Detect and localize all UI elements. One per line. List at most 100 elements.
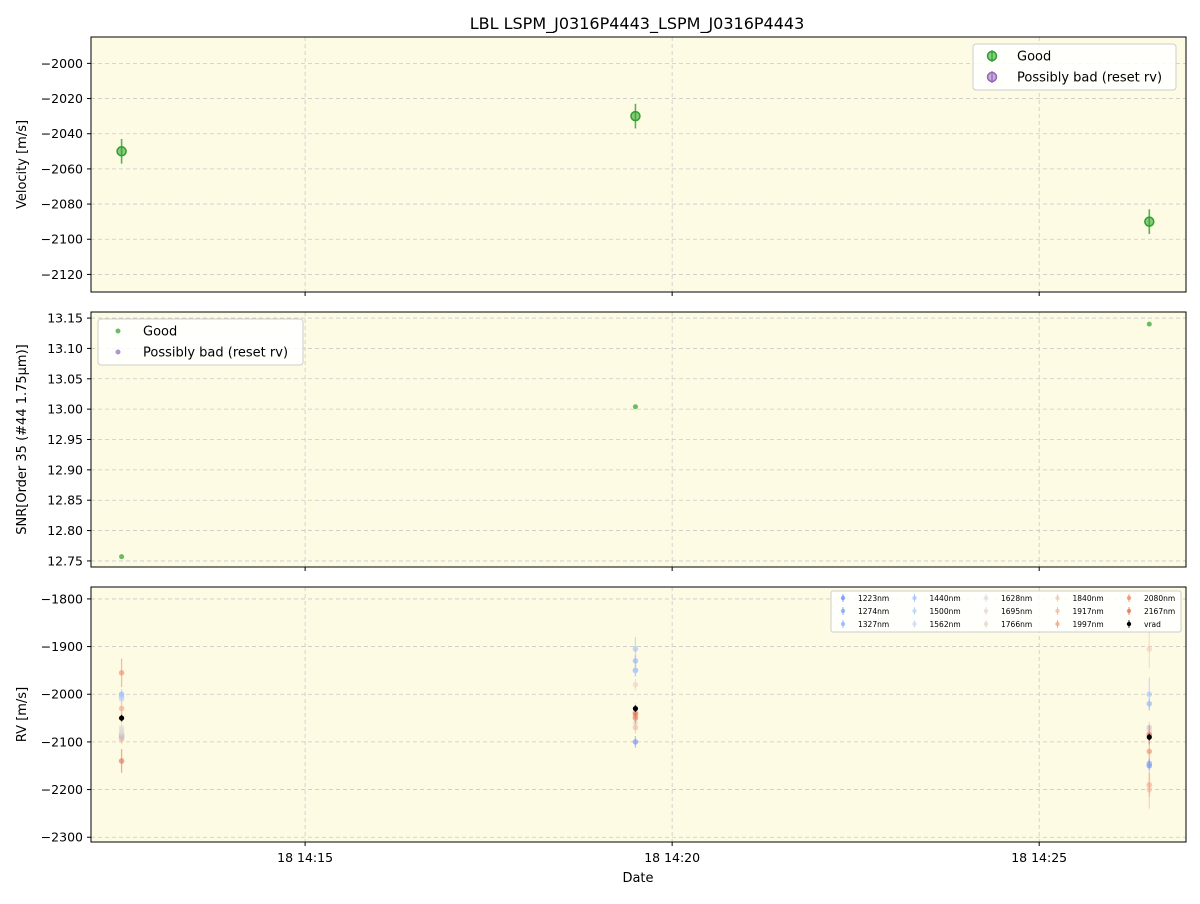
data-point	[118, 758, 125, 764]
figure-svg: LBL LSPM_J0316P4443_LSPM_J0316P4443 −200…	[15, 14, 1187, 886]
y-tick-label: −1900	[41, 639, 83, 654]
legend-label: 1695nm	[1001, 607, 1032, 616]
data-point	[632, 404, 638, 410]
y-tick-label: −2000	[41, 687, 83, 702]
legend-label: 1223nm	[858, 594, 889, 603]
data-point	[116, 146, 127, 157]
data-point	[632, 646, 639, 652]
legend-label: 1917nm	[1073, 607, 1104, 616]
legend-label: 2167nm	[1144, 607, 1175, 616]
y-tick-label: −1800	[41, 591, 83, 606]
data-point	[1146, 760, 1153, 767]
legend-marker	[1055, 621, 1060, 627]
y-tick-label: −2200	[41, 782, 83, 797]
legend-label: 1274nm	[858, 607, 889, 616]
legend: Good Possibly bad (reset rv)	[97, 318, 304, 366]
y-tick-label: −2020	[41, 91, 83, 106]
x-axis-label: Date	[622, 871, 653, 886]
legend-marker	[912, 608, 917, 614]
y-tick-label: −2100	[41, 734, 83, 749]
legend-label: 1766nm	[1001, 620, 1032, 629]
y-tick-label: −2100	[41, 232, 83, 247]
legend-label: 1500nm	[930, 607, 961, 616]
data-point	[630, 110, 641, 122]
x-tick-label: 18 14:20	[644, 850, 700, 865]
data-point	[1146, 646, 1153, 652]
legend-label: Possibly bad (reset rv)	[1017, 71, 1162, 86]
panel-2: 13.15 13.10 13.05 13.00 12.95 12.90 12.85 12.80…	[15, 311, 1187, 571]
data-point	[118, 715, 125, 721]
data-point	[632, 739, 639, 745]
y-tick-label: 12.75	[47, 553, 83, 568]
data-point	[1146, 734, 1152, 740]
data-point	[1146, 748, 1153, 755]
y-tick-label: 12.80	[47, 523, 83, 538]
y-axis-label: SNR[Order 35 (#44 1.75μm)]	[15, 344, 30, 535]
data-point	[632, 667, 639, 674]
legend-label: 1440nm	[930, 594, 961, 603]
data-point	[118, 736, 125, 743]
legend-marker	[840, 621, 846, 627]
y-axis-label: RV [m/s]	[15, 687, 30, 742]
legend-label: 1997nm	[1073, 620, 1104, 629]
legend-label: 1840nm	[1073, 594, 1104, 603]
data-point	[118, 705, 125, 712]
data-point	[632, 681, 639, 688]
legend-marker	[983, 595, 989, 601]
y-tick-label: 13.15	[47, 311, 83, 326]
panel-1: −2000 −2020 −2040 −2060 −2080 −2100 −2120 Veloc…	[15, 36, 1187, 296]
x-tick-label: 18 14:15	[277, 850, 333, 865]
legend-label: 1327nm	[858, 620, 889, 629]
legend-marker	[840, 595, 846, 601]
legend-marker	[1055, 608, 1060, 614]
legend-marker	[1126, 621, 1132, 627]
legend: 1223nm 1274nm 1327nm 1440nm 1500nm 1562nm 1628…	[830, 590, 1182, 633]
legend-label: vrad	[1144, 620, 1161, 629]
y-tick-label: 13.10	[47, 341, 83, 356]
figure: LBL LSPM_J0316P4443_LSPM_J0316P4443 −200…	[0, 0, 1200, 900]
data-point	[1144, 216, 1155, 227]
legend-marker	[983, 608, 989, 614]
data-point	[632, 724, 639, 731]
legend-label: Good	[1017, 50, 1051, 65]
chart-title: LBL LSPM_J0316P4443_LSPM_J0316P4443	[470, 14, 805, 34]
legend-label: 2080nm	[1144, 594, 1175, 603]
legend-marker	[1055, 595, 1060, 601]
y-tick-label: 13.00	[47, 402, 83, 417]
legend-marker	[986, 50, 998, 62]
legend-marker	[840, 608, 846, 614]
legend-label: 1562nm	[930, 620, 961, 629]
data-point	[118, 669, 125, 676]
legend-marker	[115, 349, 121, 355]
data-point	[1146, 691, 1153, 698]
legend-marker	[1126, 608, 1132, 614]
data-point	[632, 705, 639, 712]
legend: Good Possibly bad (reset rv)	[972, 43, 1177, 91]
legend-label: 1628nm	[1001, 594, 1032, 603]
data-point	[1146, 782, 1153, 788]
legend-marker	[1126, 595, 1132, 601]
y-tick-label: 12.85	[47, 493, 83, 508]
legend-marker	[986, 71, 998, 83]
y-axis-label: Velocity [m/s]	[15, 120, 30, 209]
y-tick-label: −2000	[41, 56, 83, 71]
legend-label: Possibly bad (reset rv)	[143, 346, 288, 361]
y-tick-label: 12.95	[47, 432, 83, 447]
legend-marker	[912, 621, 917, 627]
y-tick-label: −2300	[41, 830, 83, 845]
y-tick-label: −2040	[41, 126, 83, 141]
y-tick-label: −2080	[41, 197, 83, 212]
y-tick-label: 12.90	[47, 462, 83, 477]
y-tick-label: −2120	[41, 267, 83, 282]
legend-label: Good	[143, 325, 177, 340]
data-point	[1146, 321, 1152, 327]
panel-3: −1800 −1900 −2000 −2100 −2200 −2300 RV [m/s] 18…	[15, 586, 1187, 865]
legend-marker	[983, 621, 989, 627]
legend-marker	[115, 328, 121, 334]
legend-marker	[912, 595, 917, 601]
data-point	[118, 696, 125, 702]
data-point	[119, 554, 125, 560]
y-tick-label: −2060	[41, 161, 83, 176]
y-tick-label: 13.05	[47, 371, 83, 386]
x-tick-label: 18 14:25	[1011, 850, 1067, 865]
